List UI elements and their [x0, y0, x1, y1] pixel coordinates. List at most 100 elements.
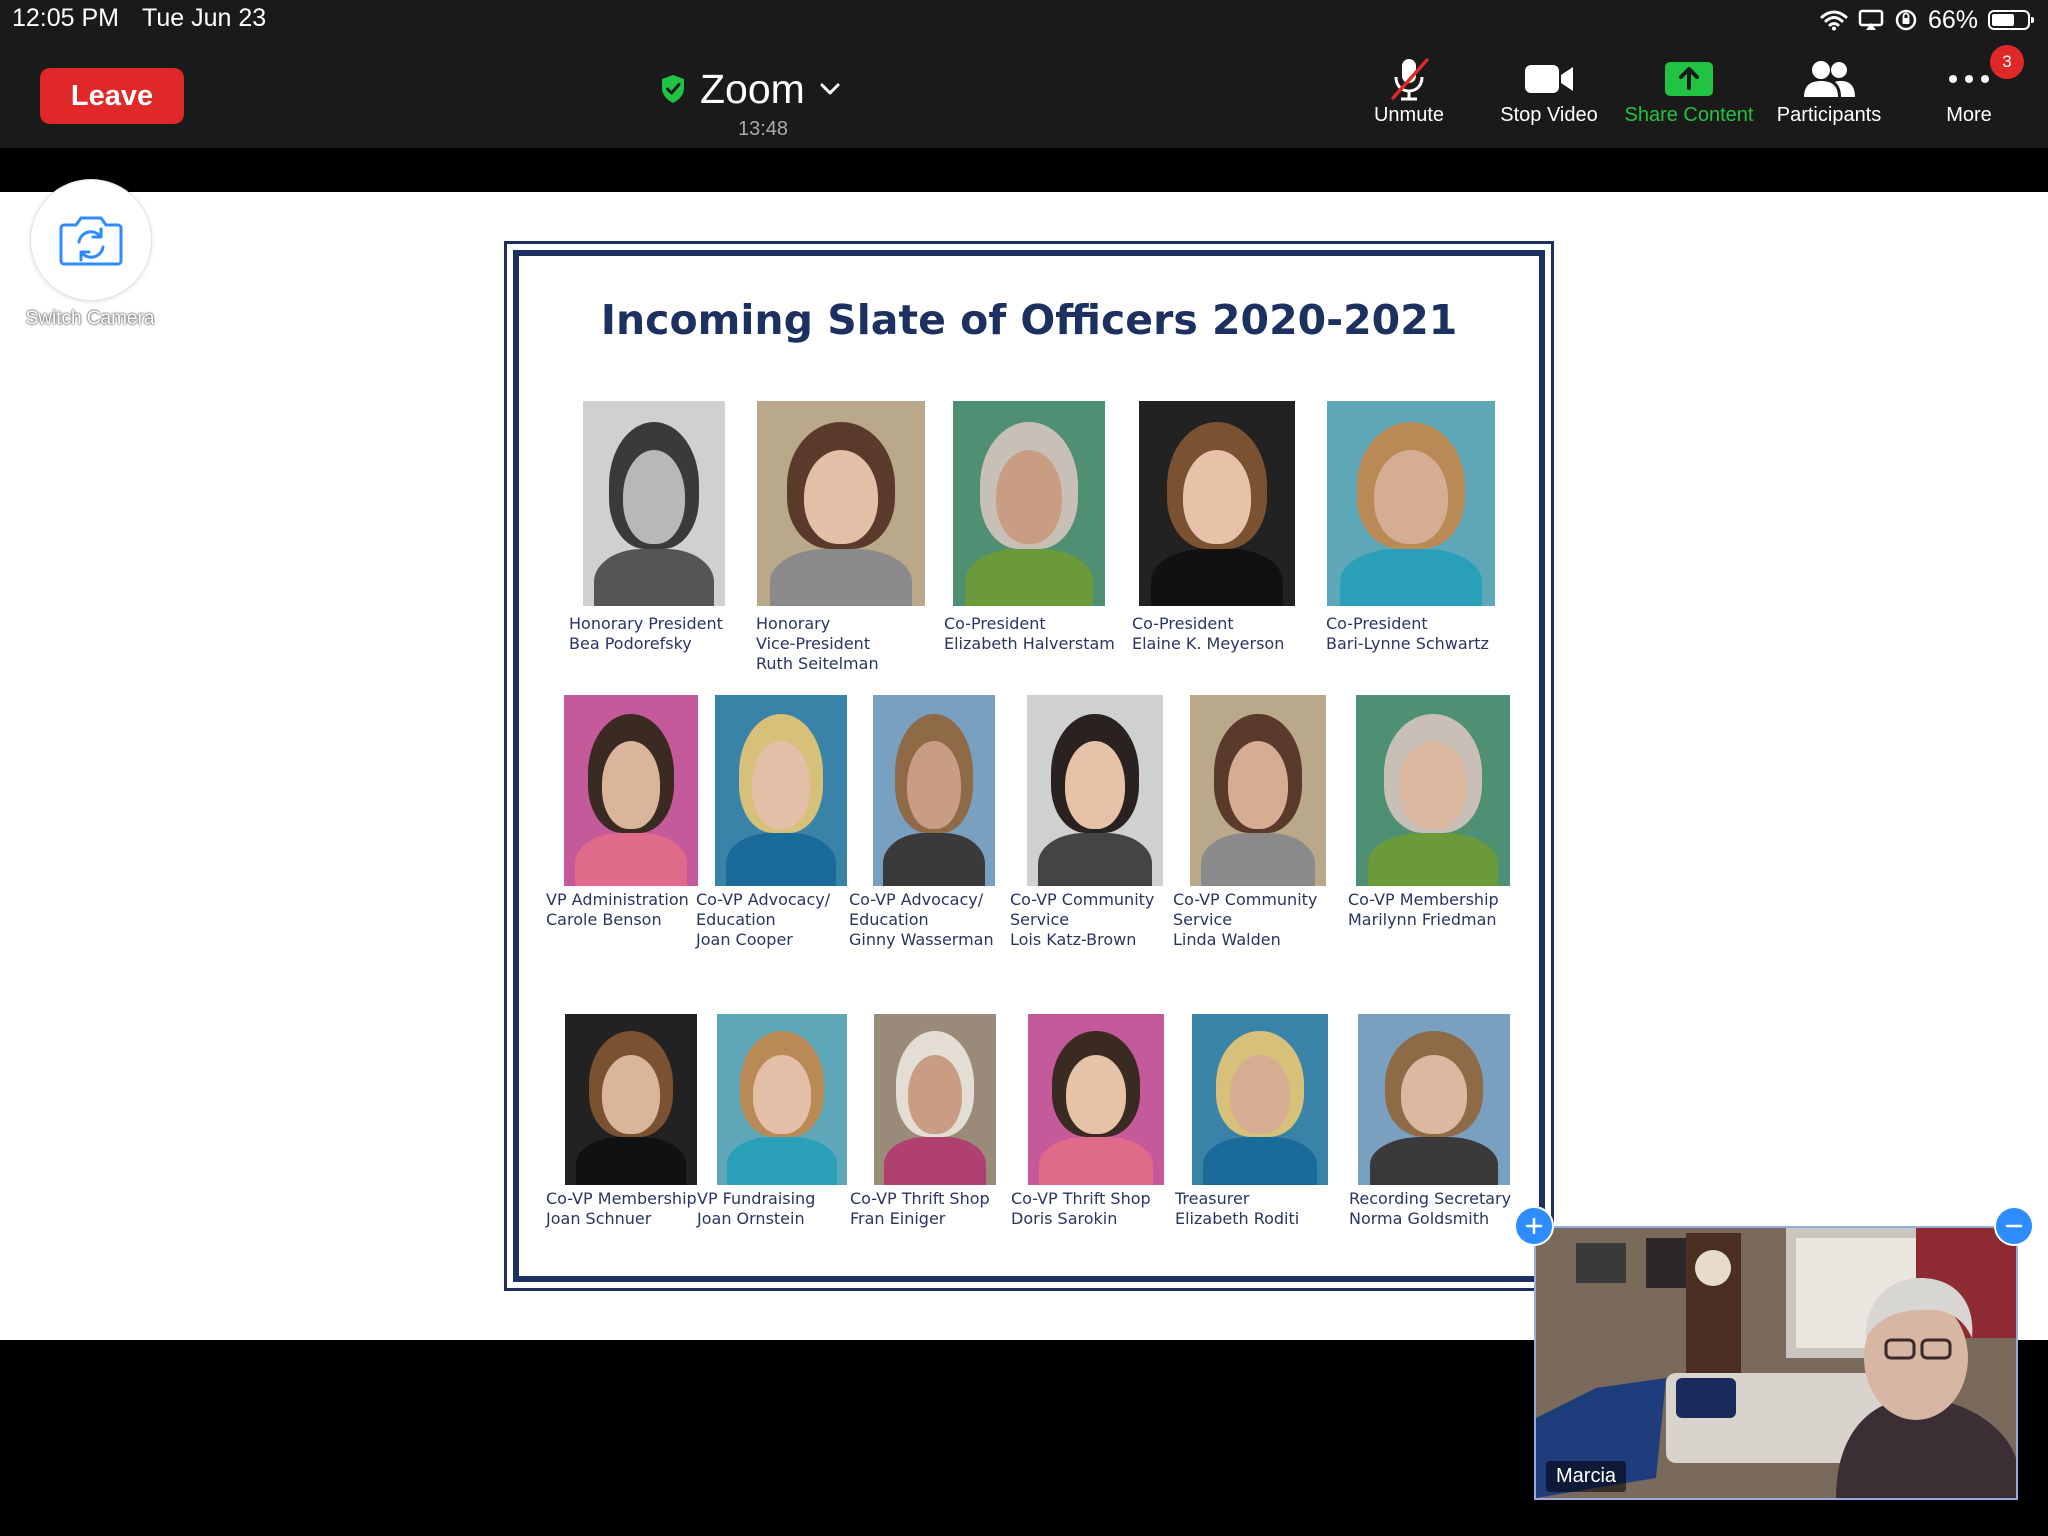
participants-icon	[1804, 61, 1855, 97]
officer-photo	[1028, 1014, 1164, 1185]
officer-photo	[564, 695, 698, 886]
officer-role: Co-President	[1132, 614, 1234, 633]
share-content-button[interactable]: Share Content	[1624, 56, 1754, 134]
officer-caption: Treasurer Elizabeth Roditi	[1175, 1189, 1345, 1229]
stop-video-button[interactable]: Stop Video	[1484, 56, 1614, 134]
officer-caption: Co-VP Community Service Lois Katz-Brown	[1010, 890, 1180, 950]
officer-caption: Co-VP Thrift Shop Doris Sarokin	[1011, 1189, 1181, 1229]
officer-caption: VP Administration Carole Benson	[546, 890, 716, 930]
officer-name: Bari-Lynne Schwartz	[1326, 634, 1489, 653]
status-indicators: 66%	[1820, 5, 2034, 35]
minimize-self-view-button[interactable]	[1994, 1206, 2034, 1246]
mic-muted-icon	[1391, 58, 1429, 101]
officer-role: Co-President	[1326, 614, 1428, 633]
leave-button[interactable]: Leave	[40, 68, 184, 124]
officer-role: VP Fundraising	[697, 1189, 816, 1208]
video-camera-icon	[1525, 65, 1573, 93]
officer-photo	[1356, 695, 1510, 886]
officer-photo	[953, 401, 1105, 606]
switch-camera-button[interactable]	[30, 179, 152, 301]
officer-role: Service	[1010, 910, 1070, 929]
officer-photo	[1190, 695, 1326, 886]
officer-photo	[873, 695, 995, 886]
officer-photo	[874, 1014, 996, 1185]
officer-photo	[717, 1014, 847, 1185]
self-video-preview[interactable]: Marcia	[1534, 1226, 2018, 1500]
officer-role: Co-VP Thrift Shop	[1011, 1189, 1151, 1208]
officer-name: Ruth Seitelman	[756, 654, 879, 673]
officer-name: Elaine K. Meyerson	[1132, 634, 1285, 653]
officer-name: Linda Walden	[1173, 930, 1281, 949]
meeting-name: Zoom	[700, 65, 805, 112]
officer-role: Recording Secretary	[1349, 1189, 1512, 1208]
participants-button[interactable]: Participants	[1764, 56, 1894, 134]
battery-percent: 66%	[1927, 5, 1978, 34]
unmute-button[interactable]: Unmute	[1344, 56, 1474, 134]
more-dots-icon	[1949, 75, 1989, 83]
officer-name: Ginny Wasserman	[849, 930, 994, 949]
meeting-timer: 13:48	[738, 118, 789, 140]
chevron-down-icon	[820, 83, 840, 95]
expand-self-view-button[interactable]	[1514, 1206, 1554, 1246]
officer-caption: VP Fundraising Joan Ornstein	[697, 1189, 867, 1229]
officer-name: Bea Podorefsky	[569, 634, 692, 653]
unmute-label: Unmute	[1373, 104, 1445, 126]
orientation-lock-icon	[1895, 9, 1917, 31]
officer-role: Co-VP Community	[1173, 890, 1318, 909]
battery-icon	[1988, 10, 2034, 30]
officer-name: Carole Benson	[546, 910, 662, 929]
officer-photo	[1327, 401, 1495, 606]
officer-role: Treasurer	[1175, 1189, 1250, 1208]
officer-role: Co-VP Thrift Shop	[850, 1189, 990, 1208]
officer-name: Norma Goldsmith	[1349, 1209, 1490, 1228]
officer-name: Doris Sarokin	[1011, 1209, 1118, 1228]
officer-role: Education	[849, 910, 929, 929]
officer-role: VP Administration	[546, 890, 689, 909]
officer-role: Vice-President	[756, 634, 871, 653]
officer-caption: Co-VP Advocacy/Education Ginny Wasserman	[849, 890, 1019, 950]
more-button[interactable]: More 3	[1904, 45, 2034, 134]
meeting-info-dropdown[interactable]: Zoom	[660, 64, 841, 114]
status-date: Tue Jun 23	[142, 4, 267, 32]
officer-photo	[1358, 1014, 1510, 1185]
participants-label: Participants	[1776, 104, 1882, 126]
officer-role: Honorary President	[569, 614, 723, 633]
officer-caption: Co-VP Thrift Shop Fran Einiger	[850, 1189, 1020, 1229]
video-feed	[1536, 1228, 2016, 1498]
officer-role: Co-President	[944, 614, 1046, 633]
plus-icon	[1525, 1217, 1543, 1235]
officer-caption: Co-President Bari-Lynne Schwartz	[1326, 614, 1496, 654]
officer-photo	[565, 1014, 697, 1185]
officer-name: Elizabeth Halverstam	[944, 634, 1115, 653]
officer-photo	[715, 695, 847, 886]
officer-name: Marilynn Friedman	[1348, 910, 1497, 929]
switch-camera-label: Switch Camera	[25, 308, 155, 329]
officer-name: Lois Katz-Brown	[1010, 930, 1137, 949]
officer-caption: Co-VP Membership Marilynn Friedman	[1348, 890, 1518, 930]
officer-caption: Co-President Elaine K. Meyerson	[1132, 614, 1302, 654]
officer-role: Co-VP Community	[1010, 890, 1155, 909]
officer-name: Joan Ornstein	[697, 1209, 805, 1228]
officer-photo	[583, 401, 725, 606]
slide-title: Incoming Slate of Officers 2020-2021	[600, 296, 1458, 344]
ios-status-bar: 12:05 PM Tue Jun 23 66%	[0, 0, 2048, 40]
officer-photo	[1139, 401, 1295, 606]
shield-check-icon	[662, 75, 684, 103]
shared-slide: Incoming Slate of Officers 2020-2021 Hon…	[504, 241, 1554, 1291]
officer-role: Co-VP Membership	[546, 1189, 697, 1208]
officer-caption: Honorary Vice-President Ruth Seitelman	[756, 614, 926, 674]
share-upload-icon	[1665, 62, 1713, 96]
officer-caption: Co-President Elizabeth Halverstam	[944, 614, 1115, 654]
officer-role: Co-VP Membership	[1348, 890, 1499, 909]
participant-name-tag: Marcia	[1546, 1461, 1627, 1492]
status-time: 12:05 PM	[12, 4, 120, 32]
officer-caption: Recording Secretary Norma Goldsmith	[1349, 1189, 1519, 1229]
switch-camera-icon	[59, 216, 123, 266]
wifi-icon	[1820, 10, 1848, 31]
officer-photo	[757, 401, 925, 606]
more-label: More	[1946, 104, 1992, 126]
share-content-label: Share Content	[1624, 104, 1754, 126]
officer-caption: Co-VP Advocacy/Education Joan Cooper	[696, 890, 866, 950]
screen-mirroring-icon	[1858, 9, 1884, 30]
officer-name: Joan Cooper	[696, 930, 793, 949]
